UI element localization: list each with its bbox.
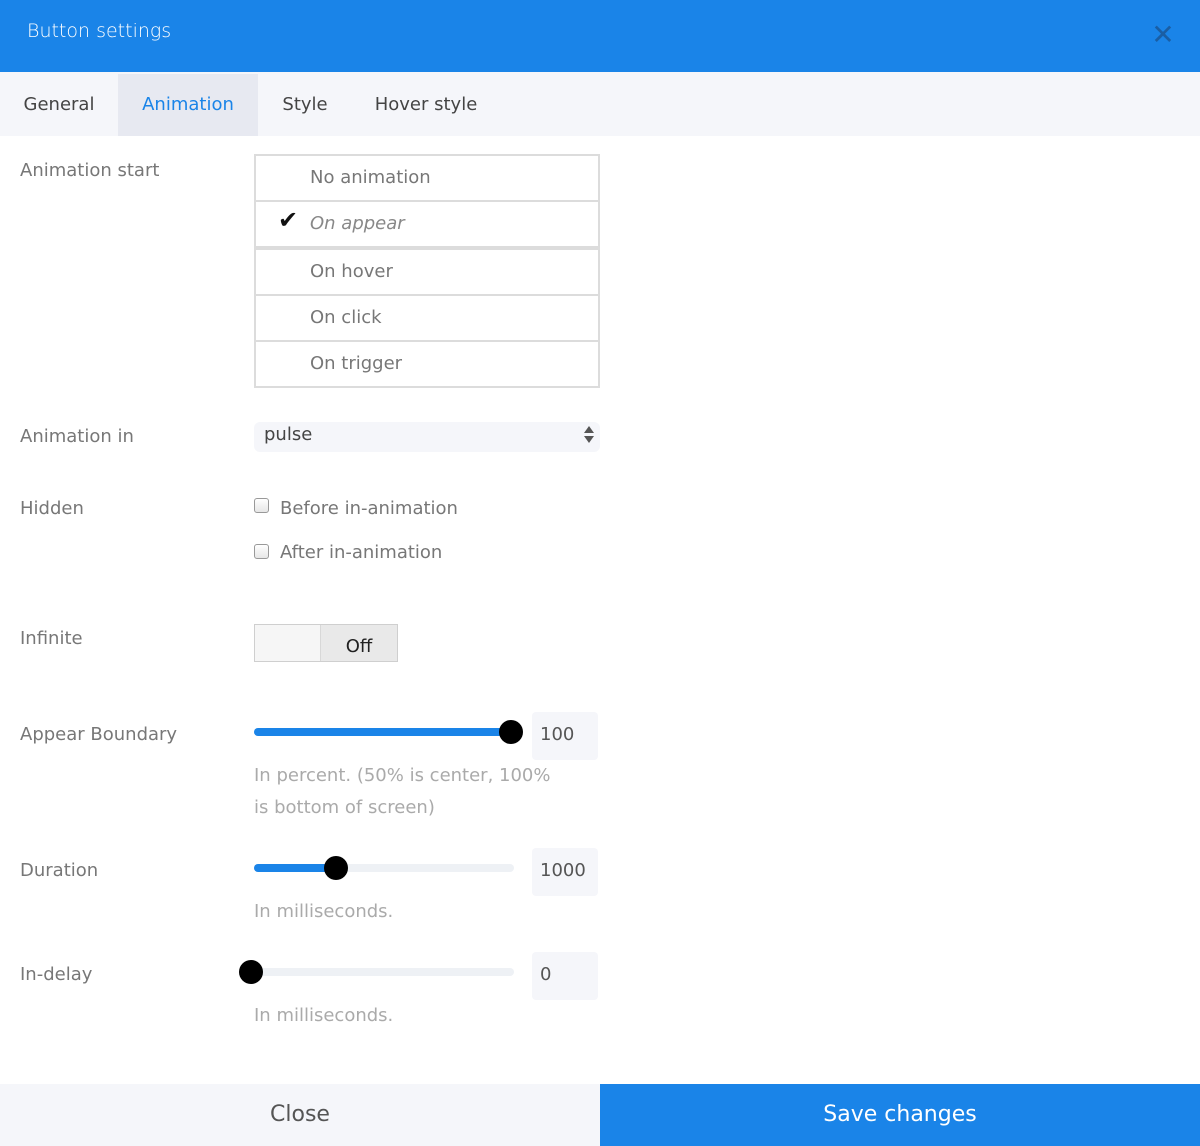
after-in-animation-label: After in-animation xyxy=(280,542,443,563)
option-on-appear[interactable]: ✔ On appear xyxy=(256,202,598,250)
slider-thumb[interactable] xyxy=(499,720,523,744)
hidden-label: Hidden xyxy=(20,498,84,519)
infinite-toggle[interactable]: Off xyxy=(254,624,398,662)
appear-boundary-label: Appear Boundary xyxy=(20,724,178,745)
appear-boundary-hint: In percent. (50% is center, 100% is bott… xyxy=(254,765,551,818)
toggle-knob xyxy=(255,625,321,661)
duration-label: Duration xyxy=(20,860,99,881)
close-button[interactable]: Close xyxy=(0,1084,600,1146)
slider-thumb[interactable] xyxy=(239,960,263,984)
slider-fill xyxy=(254,728,514,736)
tab-animation[interactable]: Animation xyxy=(118,74,258,136)
in-delay-value: 0 xyxy=(540,964,552,985)
animation-in-label: Animation in xyxy=(20,426,134,447)
animation-start-list: No animation ✔ On appear On hover On cli… xyxy=(254,154,600,388)
tab-general[interactable]: General xyxy=(0,74,118,136)
option-label: On hover xyxy=(310,261,393,282)
select-arrows-icon xyxy=(584,426,594,448)
modal-title: Button settings xyxy=(27,20,172,42)
option-label: On trigger xyxy=(310,353,403,374)
toggle-state: Off xyxy=(321,625,397,661)
appear-boundary-input[interactable]: 100 xyxy=(532,712,598,760)
in-delay-slider[interactable] xyxy=(239,960,514,984)
animation-in-value: pulse xyxy=(264,424,313,445)
appear-boundary-value: 100 xyxy=(540,724,575,745)
option-on-hover[interactable]: On hover xyxy=(256,250,598,296)
modal-header: Button settings ✕ xyxy=(0,0,1200,72)
tab-hover-style[interactable]: Hover style xyxy=(352,74,500,136)
option-on-click[interactable]: On click xyxy=(256,296,598,342)
option-no-animation[interactable]: No animation xyxy=(256,156,598,202)
duration-hint: In milliseconds. xyxy=(254,901,394,922)
appear-boundary-slider[interactable] xyxy=(254,720,523,744)
option-label: On click xyxy=(310,307,382,328)
option-on-trigger[interactable]: On trigger xyxy=(256,342,598,388)
duration-input[interactable]: 1000 xyxy=(532,848,598,896)
animation-in-select[interactable]: pulse xyxy=(254,422,600,452)
slider-thumb[interactable] xyxy=(324,856,348,880)
checkmark-icon: ✔ xyxy=(278,206,299,234)
close-icon[interactable]: ✕ xyxy=(1150,20,1176,50)
tab-style[interactable]: Style xyxy=(258,74,352,136)
in-delay-input[interactable]: 0 xyxy=(532,952,598,1000)
animation-start-label: Animation start xyxy=(20,160,160,181)
option-label: On appear xyxy=(310,213,405,234)
duration-slider[interactable] xyxy=(254,856,514,880)
in-delay-label: In-delay xyxy=(20,964,93,985)
save-changes-button[interactable]: Save changes xyxy=(600,1084,1200,1146)
before-in-animation-label: Before in-animation xyxy=(280,498,458,519)
duration-value: 1000 xyxy=(540,860,586,881)
infinite-label: Infinite xyxy=(20,628,83,649)
option-label: No animation xyxy=(310,167,431,188)
before-in-animation-checkbox[interactable] xyxy=(254,498,269,513)
in-delay-hint: In milliseconds. xyxy=(254,1005,394,1026)
tab-bar: General Animation Style Hover style xyxy=(0,72,1200,136)
after-in-animation-checkbox[interactable] xyxy=(254,544,269,559)
